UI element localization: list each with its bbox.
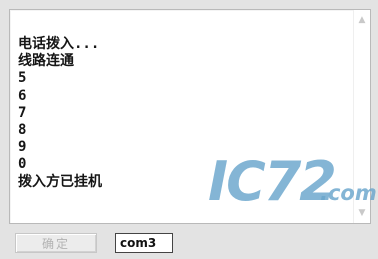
ok-button[interactable]: 确定 [15,233,97,253]
call-log-list: 电话拨入... 线路连通 5 6 7 8 9 0 拨入方已挂机 [18,36,102,191]
log-line: 8 [18,122,27,139]
log-line: 线路连通 [18,53,74,70]
log-line: 电话拨入... [18,36,100,52]
com-port-field[interactable]: com3 [115,233,173,253]
log-line: 0 [18,156,27,173]
log-line: 拨入方已挂机 [18,173,102,190]
log-line: 6 [18,87,27,104]
dialer-window: 电话拨入... 线路连通 5 6 7 8 9 0 拨入方已挂机 ▲ ▼ IC72… [0,0,378,259]
call-log-panel[interactable]: 电话拨入... 线路连通 5 6 7 8 9 0 拨入方已挂机 ▲ ▼ [9,9,371,224]
scroll-up-arrow-icon[interactable]: ▲ [354,12,370,28]
log-line: 7 [18,104,27,121]
vertical-scrollbar[interactable]: ▲ ▼ [353,10,370,223]
log-line: 9 [18,139,27,156]
log-line: 5 [18,70,27,87]
scroll-down-arrow-icon[interactable]: ▼ [354,205,370,221]
